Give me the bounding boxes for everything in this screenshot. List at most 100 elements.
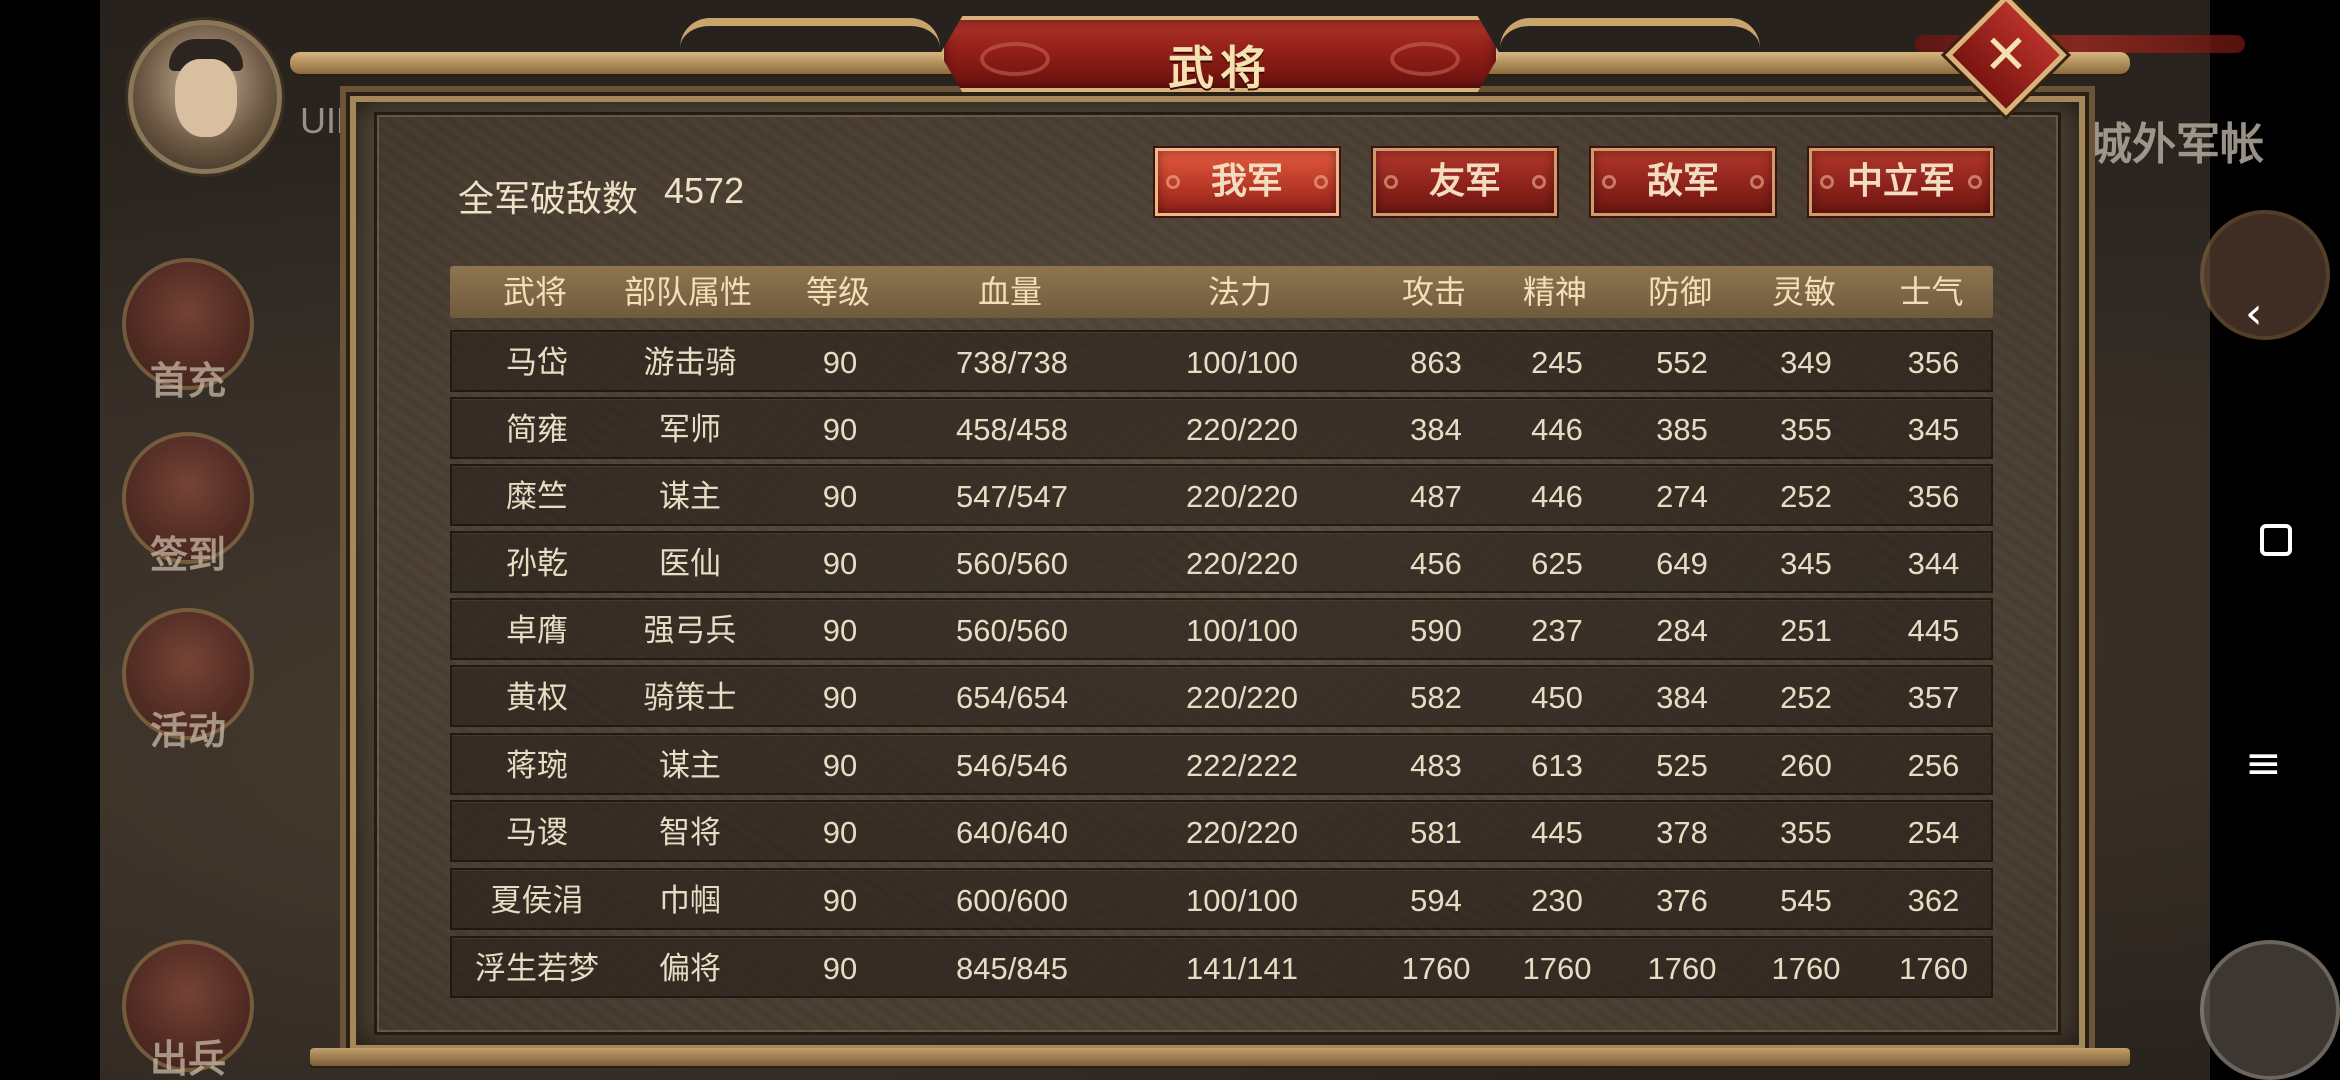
tab-ornament-icon [1602,175,1616,189]
cell-unit-type: 偏将 [659,951,721,987]
cell-hp: 560/560 [955,613,1069,648]
column-header: 部队属性 [623,273,752,311]
outer-camp-label[interactable]: 城外军帐 [2088,108,2264,172]
column-header: 精神 [1522,273,1587,311]
table-row[interactable]: 蒋琬 谋主 90 546/546 222/222 483 613 525 260… [450,733,1993,795]
cell-attack: 863 [1410,345,1462,380]
cell-agility: 545 [1780,883,1832,918]
events-label: 活动 [149,709,226,753]
tab-ornament-icon [1384,175,1398,189]
cell-morale: 344 [1907,546,1960,581]
cell-defense: 385 [1656,412,1708,447]
table-row[interactable]: 夏侯涓 巾帼 90 600/600 100/100 594 230 376 54… [450,868,1993,930]
cell-spirit: 230 [1531,883,1583,918]
tab-ornament-icon [1820,175,1834,189]
cell-general: 黄权 [506,680,568,716]
cell-general: 浮生若梦 [475,951,599,987]
table-row[interactable]: 简雍 军师 90 458/458 220/220 384 446 385 355… [450,397,1993,459]
first-recharge-label: 首充 [149,359,226,403]
cell-agility: 252 [1780,680,1832,715]
cell-spirit: 445 [1531,815,1583,850]
cell-morale: 345 [1907,412,1960,447]
tab-ornament-icon [1314,175,1328,189]
cell-agility: 349 [1780,345,1832,380]
tab-ornament-icon [1968,175,1982,189]
cell-attack: 483 [1410,748,1462,783]
cell-general: 蒋琬 [506,748,568,784]
cell-hp: 560/560 [955,546,1069,581]
table-row[interactable]: 浮生若梦 偏将 90 845/845 141/141 1760 1760 176… [450,936,1993,998]
cell-unit-type: 游击骑 [643,345,737,381]
cell-attack: 582 [1410,680,1462,715]
tab-label: 友军 [1428,161,1501,202]
sign-in-label: 签到 [149,533,226,577]
close-icon[interactable]: ✕ [1963,12,2049,98]
cell-spirit: 446 [1531,479,1583,514]
cell-attack: 581 [1410,815,1462,850]
cell-defense: 649 [1656,546,1708,581]
cell-attack: 590 [1410,613,1462,648]
game-menu-button[interactable] [2200,940,2340,1080]
column-header: 士气 [1899,273,1964,311]
table-row[interactable]: 糜竺 谋主 90 547/547 220/220 487 446 274 252… [450,464,1993,526]
table-header: 武将 部队属性 等级 血量 法力 攻击 精神 防御 灵敏 士气 [450,266,1993,318]
table-row[interactable]: 黄权 骑策士 90 654/654 220/220 582 450 384 25… [450,665,1993,727]
cell-mp: 141/141 [1185,951,1299,986]
cell-mp: 100/100 [1185,345,1299,380]
hamburger-menu-icon[interactable]: ≡ [2245,742,2282,786]
cell-general: 马谡 [506,815,568,851]
player-avatar[interactable] [128,20,282,174]
tab-our-army[interactable]: 我军 [1155,148,1339,216]
cell-morale: 254 [1907,815,1960,850]
cell-mp: 222/222 [1185,748,1299,783]
cell-level: 90 [822,748,858,783]
cell-defense: 1760 [1647,951,1717,986]
cell-defense: 284 [1656,613,1708,648]
cell-attack: 594 [1410,883,1462,918]
cell-defense: 525 [1656,748,1708,783]
tab-ornament-icon [1750,175,1764,189]
panel-bottom-trim [310,1048,2130,1066]
kill-count-label: 全军破敌数 [458,179,639,220]
cell-agility: 355 [1780,815,1832,850]
column-header: 防御 [1647,273,1712,311]
cell-unit-type: 智将 [659,815,721,851]
cell-defense: 552 [1656,345,1708,380]
header-scroll-right [1500,18,1760,56]
cell-level: 90 [822,546,858,581]
cell-hp: 546/546 [955,748,1069,783]
cell-mp: 100/100 [1185,883,1299,918]
cell-morale: 445 [1907,613,1960,648]
column-header: 法力 [1207,273,1272,311]
cell-spirit: 245 [1531,345,1583,380]
square-home-icon[interactable] [2260,524,2292,556]
column-header: 武将 [502,273,567,311]
column-header: 攻击 [1401,273,1466,311]
tab-neutral-army[interactable]: 中立军 [1809,148,1993,216]
cell-spirit: 237 [1531,613,1583,648]
tab-allied-army[interactable]: 友军 [1373,148,1557,216]
cell-agility: 251 [1780,613,1832,648]
chevron-left-icon[interactable]: ‹ [2245,292,2263,336]
cell-level: 90 [822,883,858,918]
tab-ornament-icon [1532,175,1546,189]
header-scroll-left [680,18,940,56]
cell-level: 90 [822,613,858,648]
cell-attack: 384 [1410,412,1462,447]
cell-mp: 100/100 [1185,613,1299,648]
dispatch-troops-label: 出兵 [149,1037,226,1080]
cell-defense: 376 [1656,883,1708,918]
cell-mp: 220/220 [1185,815,1299,850]
cell-spirit: 625 [1531,546,1583,581]
table-row[interactable]: 卓膺 强弓兵 90 560/560 100/100 590 237 284 25… [450,598,1993,660]
cell-spirit: 450 [1531,680,1583,715]
table-row[interactable]: 马谡 智将 90 640/640 220/220 581 445 378 355… [450,800,1993,862]
table-row[interactable]: 孙乾 医仙 90 560/560 220/220 456 625 649 345… [450,531,1993,593]
tab-enemy-army[interactable]: 敌军 [1591,148,1775,216]
ranking-button[interactable] [2200,210,2330,340]
cell-morale: 1760 [1899,951,1968,986]
table-row[interactable]: 马岱 游击骑 90 738/738 100/100 863 245 552 34… [450,330,1993,392]
cell-level: 90 [822,412,858,447]
cell-level: 90 [822,680,858,715]
column-header: 血量 [977,273,1042,311]
